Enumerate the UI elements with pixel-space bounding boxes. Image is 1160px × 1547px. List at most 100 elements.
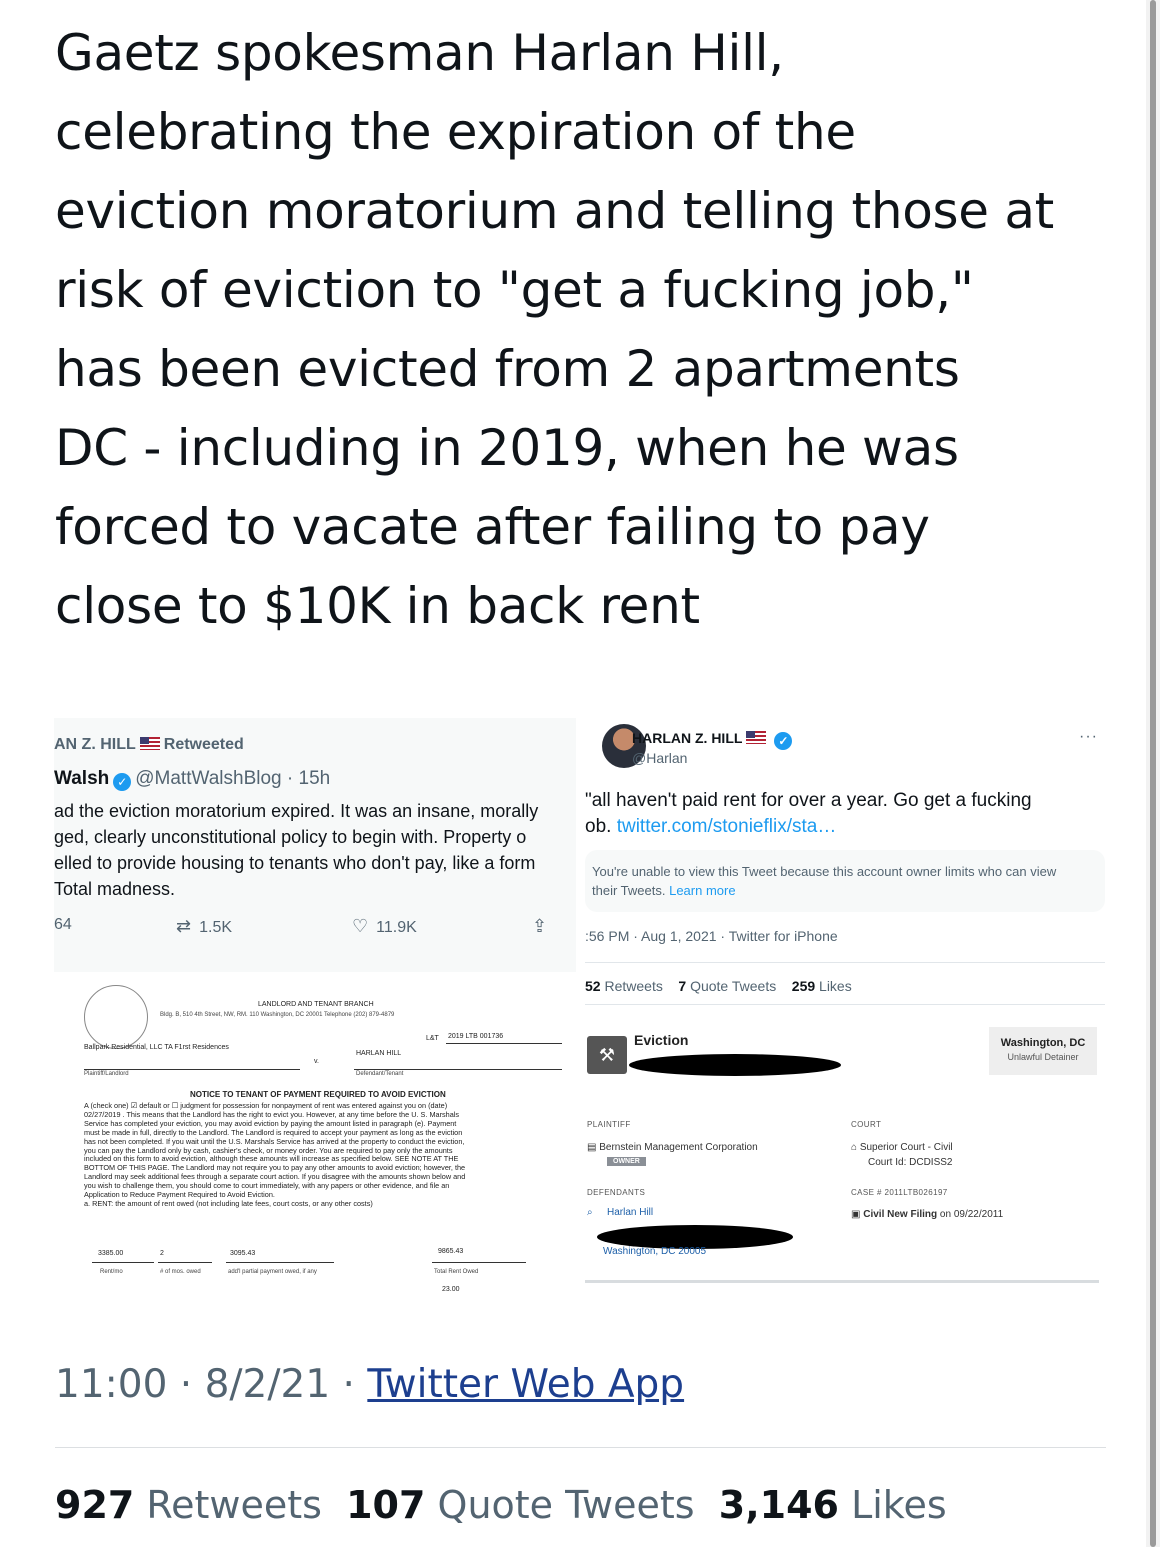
heart-icon: ♡ <box>352 916 369 936</box>
likes-count: 259 <box>791 978 816 994</box>
us-flag-icon <box>139 737 160 750</box>
tweet-author-handle: @Harlan <box>632 750 688 766</box>
defendant-city: Washington, DC 20005 <box>603 1246 707 1257</box>
tweet-link[interactable]: twitter.com/stonieflix/sta… <box>617 816 837 837</box>
quote-tweets-count[interactable]: 107 <box>346 1483 425 1527</box>
rent-per-month: 3385.00 <box>98 1250 124 1257</box>
case-record-card: ⚒ Eviction Washington, DC Unlawful Detai… <box>585 1018 1105 1290</box>
notice-line: Service has completed your eviction, you… <box>84 1119 457 1128</box>
learn-more-link[interactable]: Learn more <box>669 883 735 898</box>
owner-badge: OWNER <box>607 1157 646 1166</box>
notice-paragraph: A (check one) ☑ default or ☐ judgment fo… <box>84 1102 562 1209</box>
likes-label: Likes <box>819 978 852 994</box>
search-icon: ⌕ <box>587 1207 593 1218</box>
retweet-line: ad the eviction moratorium expired. It w… <box>54 801 539 821</box>
case-number: 2019 LTB 001736 <box>448 1033 504 1040</box>
retweet-line: elled to provide housing to tenants who … <box>54 853 536 873</box>
plaintiff-label: PLAINTIFF <box>587 1120 631 1129</box>
tweet-time: 11:00 <box>55 1362 168 1407</box>
notice-line: Application to Reduce Payment Required t… <box>84 1191 275 1200</box>
building-icon: ▤ <box>587 1142 597 1153</box>
tweet-line: forced to vacate after failing to pay <box>55 498 930 556</box>
notice-line: you wish to challenge them, you should c… <box>84 1182 450 1191</box>
quotes-count: 7 <box>678 978 687 994</box>
total-rent-owed: 9865.43 <box>438 1248 464 1255</box>
filing-date: on 09/22/2011 <box>939 1209 1004 1220</box>
tweet-stats: 52 Retweets 7 Quote Tweets 259 Likes <box>585 978 852 994</box>
eviction-notice-document: LANDLORD AND TENANT BRANCH Bldg. B, 510 … <box>54 980 576 1294</box>
tweet-line: close to $10K in back rent <box>55 577 700 635</box>
quote-tweets-label[interactable]: Quote Tweets <box>438 1483 695 1527</box>
notice-line: you can pay the Landlord only by cash, c… <box>84 1146 453 1155</box>
court-city: Washington, DC <box>1000 1037 1086 1049</box>
notice-line: A (check one) ☑ default or ☐ judgment fo… <box>84 1102 448 1110</box>
tweet-line: ob. <box>585 816 612 837</box>
redaction-mark <box>629 1054 841 1076</box>
versus: v. <box>314 1058 319 1065</box>
branch-address: Bldg. B, 510 4th Street, NW, RM. 110 Was… <box>160 1012 395 1018</box>
branch-heading: LANDLORD AND TENANT BRANCH <box>258 1001 374 1008</box>
next-amount: 23.00 <box>442 1286 460 1293</box>
courthouse-icon: ⌂ <box>851 1142 858 1153</box>
rent-label: Rent/mo <box>100 1269 123 1275</box>
unavailable-quote-box: You're unable to view this Tweet because… <box>585 850 1105 912</box>
author-line: Walsh ✓ @MattWalshBlog · 15h <box>54 768 330 791</box>
us-flag-icon <box>746 731 767 744</box>
retweet-header: AN Z. HILL Retweeted <box>54 736 244 754</box>
retweet-count: 1.5K <box>199 919 233 936</box>
author-time: · 15h <box>286 768 331 789</box>
tweet-date: 8/2/21 <box>204 1362 331 1407</box>
notice-line: 02/27/2019 . This means that the Landlor… <box>84 1110 460 1119</box>
case-number: CASE # 2011LTB026197 <box>851 1188 948 1197</box>
defendant-name: HARLAN HILL <box>356 1050 402 1057</box>
author-name: HARLAN Z. HILL <box>632 730 743 746</box>
retweets-label[interactable]: Retweets <box>146 1483 322 1527</box>
retweet-icon: ⇄ <box>176 916 192 936</box>
reply-count: 64 <box>54 916 72 933</box>
defendant-link[interactable]: Harlan Hill <box>607 1207 653 1218</box>
plaintiff-name: Bernstein Management Corporation <box>599 1142 758 1153</box>
tweet-source-link[interactable]: Twitter Web App <box>367 1362 684 1407</box>
plaintiff-name: Ballpark Residential, LLC TA F1rst Resid… <box>84 1044 229 1051</box>
notice-line: a. RENT: the amount of rent owed (not in… <box>84 1199 373 1208</box>
case-title: Eviction <box>634 1032 689 1048</box>
court-name: Superior Court - Civil <box>859 1142 953 1153</box>
likes-label[interactable]: Likes <box>851 1483 947 1527</box>
retweets-label: Retweets <box>604 978 663 994</box>
retweeter-name: AN Z. HILL <box>54 736 136 753</box>
months-owed: 2 <box>160 1250 164 1257</box>
defendants-label: DEFENDANTS <box>587 1188 646 1197</box>
notice-line: included on this form to avoid eviction,… <box>84 1155 459 1164</box>
partial-label: add'l partial payment owed, if any <box>228 1269 317 1275</box>
tweet-line: Gaetz spokesman Harlan Hill, <box>55 24 784 82</box>
notice-line: Landlord may seek additional fees throug… <box>84 1173 466 1182</box>
embedded-retweet-screenshot: AN Z. HILL Retweeted Walsh ✓ @MattWalshBlog… <box>54 718 576 972</box>
tweet-engagement: 927 Retweets 107 Quote Tweets 3,146 Like… <box>55 1483 947 1527</box>
total-label: Total Rent Owed <box>434 1269 479 1275</box>
quotes-label: Quote Tweets <box>690 978 777 994</box>
tweet-line: has been evicted from 2 apartments <box>55 340 960 398</box>
plaintiff-label: Plaintiff/Landlord <box>84 1071 129 1077</box>
more-options-icon[interactable]: ··· <box>1079 728 1098 746</box>
tweet-line: eviction moratorium and telling those at <box>55 182 1054 240</box>
retweets-count: 52 <box>585 978 601 994</box>
retweets-count[interactable]: 927 <box>55 1483 134 1527</box>
likes-count[interactable]: 3,146 <box>719 1483 839 1527</box>
tweet-line: DC - including in 2019, when he was <box>55 419 959 477</box>
verified-icon: ✓ <box>113 773 132 791</box>
months-label: # of mos. owed <box>160 1269 201 1275</box>
retweet-line: Total madness. <box>54 879 176 899</box>
tweet-line: risk of eviction to "get a fucking job," <box>55 261 974 319</box>
tweet-line: "all haven't paid rent for over a year. … <box>585 790 1032 811</box>
case-prefix: L&T <box>426 1035 439 1042</box>
filing-type: Civil New Filing <box>863 1209 938 1220</box>
tweet-text: Gaetz spokesman Harlan Hill, celebrating… <box>55 14 1115 646</box>
scrollbar-thumb[interactable] <box>1150 0 1156 1547</box>
unavailable-text: You're unable to view this Tweet because… <box>592 864 1057 898</box>
divider <box>55 1447 1106 1448</box>
author-handle: @MattWalshBlog <box>135 768 282 789</box>
court-label: COURT <box>851 1120 882 1129</box>
gavel-icon: ⚒ <box>587 1036 627 1074</box>
tweet-author-name: HARLAN Z. HILL ✓ <box>632 730 796 750</box>
tweet-line: celebrating the expiration of the <box>55 103 856 161</box>
